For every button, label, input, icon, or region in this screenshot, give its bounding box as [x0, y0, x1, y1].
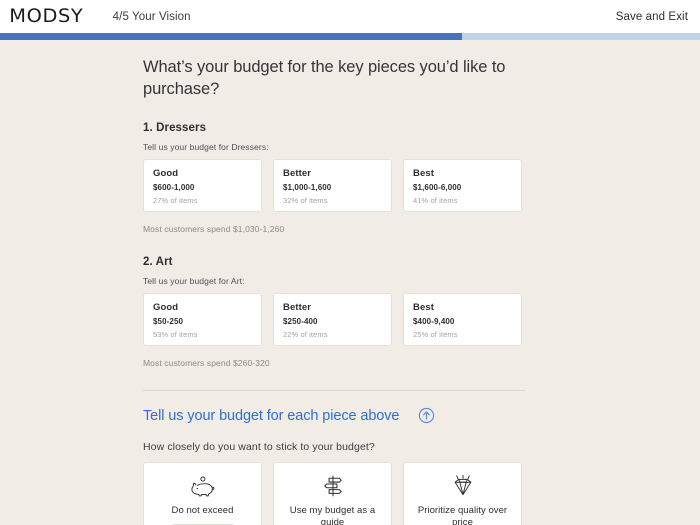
budget-each-piece-row: Tell us your budget for each piece above	[143, 407, 523, 424]
section-subheading: Tell us your budget for Art:	[143, 276, 523, 286]
budget-option-card[interactable]: Best $400-9,400 25% of items	[403, 293, 522, 346]
section-heading: 2. Art	[143, 256, 523, 268]
app-header: MODSY 4/5 Your Vision Save and Exit	[0, 0, 700, 33]
option-price-range: $50-250	[153, 317, 252, 326]
closeness-option-label: Do not exceed	[166, 505, 240, 517]
budget-section-art: 2. Art Tell us your budget for Art: Good…	[143, 256, 523, 368]
section-subheading: Tell us your budget for Dressers:	[143, 142, 523, 152]
page-body: What’s your budget for the key pieces yo…	[0, 40, 700, 525]
budget-option-card[interactable]: Better $250-400 22% of items	[273, 293, 392, 346]
budget-option-card[interactable]: Better $1,000-1,600 32% of items	[273, 159, 392, 212]
progress-bar-fill	[0, 33, 462, 40]
option-percent-items: 32% of items	[283, 196, 382, 205]
option-tier-label: Better	[283, 302, 382, 313]
option-price-range: $400-9,400	[413, 317, 512, 326]
most-customers-note: Most customers spend $1,030-1,260	[143, 224, 523, 234]
option-tier-label: Good	[153, 302, 252, 313]
most-customers-note: Most customers spend $260-320	[143, 358, 523, 368]
budget-each-piece-link[interactable]: Tell us your budget for each piece above	[143, 408, 399, 424]
option-card-row: Good $50-250 53% of items Better $250-40…	[143, 293, 523, 346]
option-percent-items: 41% of items	[413, 196, 512, 205]
option-tier-label: Best	[413, 168, 512, 179]
page-title: What’s your budget for the key pieces yo…	[143, 56, 523, 100]
section-divider	[143, 390, 525, 391]
budget-option-card[interactable]: Good $50-250 53% of items	[143, 293, 262, 346]
option-percent-items: 53% of items	[153, 330, 252, 339]
content-column: What’s your budget for the key pieces yo…	[143, 40, 523, 525]
progress-bar	[0, 33, 700, 40]
arrow-up-circle-icon[interactable]	[418, 407, 435, 424]
budget-option-card[interactable]: Best $1,600-6,000 41% of items	[403, 159, 522, 212]
budget-section-dressers: 1. Dressers Tell us your budget for Dres…	[143, 122, 523, 234]
option-tier-label: Best	[413, 302, 512, 313]
option-card-row: Good $600-1,000 27% of items Better $1,0…	[143, 159, 523, 212]
option-percent-items: 27% of items	[153, 196, 252, 205]
option-price-range: $600-1,000	[153, 183, 252, 192]
diamond-icon	[452, 474, 474, 498]
budget-option-card[interactable]: Good $600-1,000 27% of items	[143, 159, 262, 212]
step-indicator: 4/5 Your Vision	[113, 11, 191, 23]
option-percent-items: 22% of items	[283, 330, 382, 339]
option-tier-label: Good	[153, 168, 252, 179]
closeness-option-use-as-guide[interactable]: Use my budget as a guide	[273, 462, 392, 525]
closeness-option-label: Use my budget as a guide	[274, 505, 391, 525]
signpost-icon	[322, 474, 344, 498]
option-price-range: $250-400	[283, 317, 382, 326]
option-tier-label: Better	[283, 168, 382, 179]
closeness-option-row: Do not exceed $ 15,400 Use my budget as …	[143, 462, 523, 525]
piggy-bank-icon	[190, 474, 215, 498]
closeness-option-label: Prioritize quality over price	[404, 505, 521, 525]
option-percent-items: 25% of items	[413, 330, 512, 339]
save-and-exit-link[interactable]: Save and Exit	[616, 11, 688, 23]
section-heading: 1. Dressers	[143, 122, 523, 134]
closeness-option-prioritize-quality[interactable]: Prioritize quality over price	[403, 462, 522, 525]
modsy-logo[interactable]: MODSY	[9, 7, 83, 26]
closeness-option-do-not-exceed[interactable]: Do not exceed $ 15,400	[143, 462, 262, 525]
option-price-range: $1,000-1,600	[283, 183, 382, 192]
closeness-question: How closely do you want to stick to your…	[143, 441, 523, 453]
option-price-range: $1,600-6,000	[413, 183, 512, 192]
